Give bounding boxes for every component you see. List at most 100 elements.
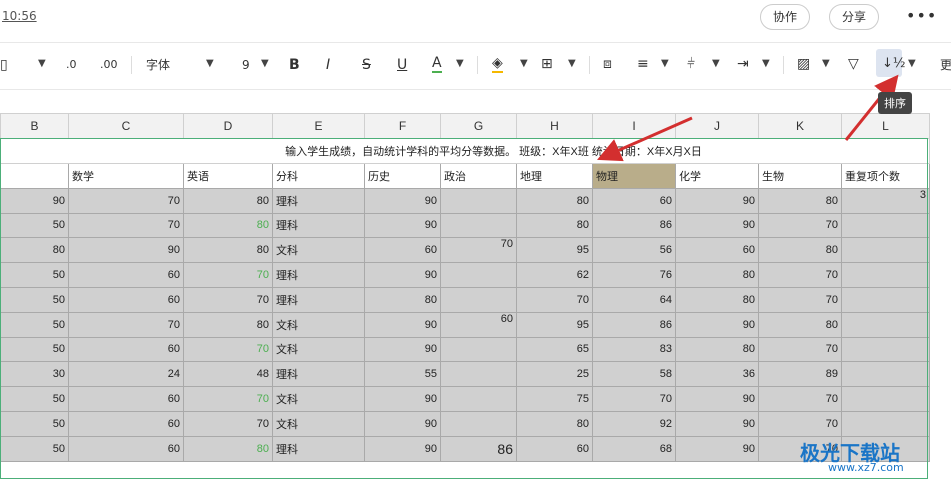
font-color-button[interactable]: A — [432, 56, 442, 73]
subject-header-cell[interactable]: 数学 — [68, 163, 184, 189]
table-cell[interactable]: 62 — [516, 262, 593, 288]
table-cell[interactable] — [440, 286, 517, 313]
table-cell[interactable] — [440, 187, 517, 214]
table-cell[interactable]: 60 — [68, 435, 184, 462]
subject-header-cell[interactable]: 历史 — [364, 163, 441, 189]
column-header[interactable]: D — [183, 113, 273, 139]
table-cell[interactable] — [440, 262, 517, 288]
table-cell[interactable]: 80 — [183, 187, 273, 214]
table-cell[interactable]: 60 — [592, 187, 676, 214]
chevron-down-icon[interactable]: ▼ — [261, 58, 269, 69]
table-cell[interactable]: 50 — [0, 435, 69, 462]
table-cell[interactable]: 70 — [68, 212, 184, 239]
table-cell[interactable] — [440, 410, 517, 437]
table-cell[interactable] — [841, 212, 930, 239]
decrease-decimal-button[interactable]: .0 — [66, 56, 77, 74]
table-cell[interactable]: 3 — [841, 187, 930, 214]
table-cell[interactable]: 60 — [68, 336, 184, 363]
table-cell[interactable]: 文科 — [272, 336, 365, 363]
fill-color-icon[interactable]: ◈ — [492, 56, 503, 73]
column-header[interactable]: E — [272, 113, 365, 139]
table-cell[interactable]: 50 — [0, 286, 69, 313]
table-cell[interactable]: 50 — [0, 336, 69, 363]
table-cell[interactable]: 68 — [592, 435, 676, 462]
table-cell[interactable]: 60 — [675, 237, 759, 264]
subject-header-cell[interactable]: 政治 — [440, 163, 517, 189]
table-cell[interactable]: 70 — [758, 336, 842, 363]
table-cell[interactable]: 70 — [183, 410, 273, 437]
merge-cells-icon[interactable]: ⧈ — [603, 55, 612, 73]
table-cell[interactable]: 80 — [183, 435, 273, 462]
column-header[interactable]: K — [758, 113, 842, 139]
table-cell[interactable]: 80 — [364, 286, 441, 313]
table-cell[interactable]: 文科 — [272, 311, 365, 338]
table-cell[interactable] — [440, 386, 517, 412]
collab-button[interactable]: 协作 — [760, 4, 811, 30]
table-cell[interactable]: 70 — [68, 187, 184, 214]
table-cell[interactable]: 90 — [675, 386, 759, 412]
table-cell[interactable]: 95 — [516, 311, 593, 338]
table-cell[interactable]: 75 — [516, 386, 593, 412]
table-cell[interactable]: 70 — [183, 286, 273, 313]
column-header[interactable]: H — [516, 113, 593, 139]
table-cell[interactable]: 86 — [592, 311, 676, 338]
table-cell[interactable]: 文科 — [272, 410, 365, 437]
chevron-down-icon[interactable]: ▼ — [456, 58, 464, 69]
table-cell[interactable]: 70 — [758, 410, 842, 437]
column-header[interactable]: L — [841, 113, 930, 139]
table-cell[interactable]: 90 — [675, 187, 759, 214]
chevron-down-icon[interactable]: ▼ — [520, 58, 528, 69]
table-cell[interactable]: 理科 — [272, 187, 365, 214]
table-cell[interactable]: 90 — [675, 435, 759, 462]
table-cell[interactable]: 70 — [68, 311, 184, 338]
vertical-align-icon[interactable]: ⫩ — [687, 55, 695, 73]
table-cell[interactable]: 80 — [675, 336, 759, 363]
table-cell[interactable]: 25 — [516, 361, 593, 388]
table-cell[interactable]: 55 — [364, 361, 441, 388]
chevron-down-icon[interactable]: ▼ — [762, 58, 770, 69]
sheet-title-cell[interactable]: 输入学生成绩，自动统计学科的平均分等数据。 班级：X年X班 统计日期：X年X月X… — [0, 138, 930, 164]
table-cell[interactable]: 90 — [675, 212, 759, 239]
font-size-select[interactable]: 9 — [242, 56, 250, 74]
table-cell[interactable]: 90 — [364, 187, 441, 214]
table-cell[interactable]: 24 — [68, 361, 184, 388]
column-header[interactable]: J — [675, 113, 759, 139]
column-header[interactable]: C — [68, 113, 184, 139]
table-cell[interactable] — [841, 237, 930, 264]
chevron-down-icon[interactable]: ▼ — [661, 58, 669, 69]
conditional-format-icon[interactable]: ▨ — [797, 55, 810, 73]
table-cell[interactable] — [440, 212, 517, 239]
table-cell[interactable]: 80 — [758, 237, 842, 264]
table-cell[interactable]: 90 — [364, 410, 441, 437]
table-cell[interactable]: 70 — [758, 212, 842, 239]
subject-header-cell[interactable]: 地理 — [516, 163, 593, 189]
subject-header-cell[interactable]: 生物 — [758, 163, 842, 189]
number-format-icon[interactable]: ▯ — [0, 56, 8, 74]
more-menu-icon[interactable]: ••• — [906, 6, 937, 25]
table-cell[interactable]: 50 — [0, 410, 69, 437]
wrap-text-icon[interactable]: ⇥ — [737, 55, 749, 73]
table-cell[interactable]: 70 — [758, 262, 842, 288]
table-cell[interactable]: 86 — [440, 435, 517, 462]
table-cell[interactable]: 60 — [68, 286, 184, 313]
table-cell[interactable]: 70 — [516, 286, 593, 313]
table-cell[interactable]: 60 — [364, 237, 441, 264]
chevron-down-icon[interactable]: ▼ — [822, 58, 830, 69]
table-cell[interactable]: 76 — [592, 262, 676, 288]
table-cell[interactable]: 50 — [0, 311, 69, 338]
table-cell[interactable]: 60 — [68, 410, 184, 437]
table-cell[interactable]: 80 — [516, 212, 593, 239]
strikethrough-button[interactable]: S — [362, 56, 371, 74]
table-cell[interactable]: 90 — [364, 262, 441, 288]
chevron-down-icon[interactable]: ▼ — [38, 58, 46, 69]
table-cell[interactable]: 64 — [592, 286, 676, 313]
table-cell[interactable]: 文科 — [272, 386, 365, 412]
table-cell[interactable]: 80 — [0, 237, 69, 264]
table-cell[interactable]: 95 — [516, 237, 593, 264]
table-cell[interactable]: 58 — [592, 361, 676, 388]
table-cell[interactable]: 50 — [0, 386, 69, 412]
align-left-icon[interactable]: ≡ — [637, 55, 649, 73]
table-cell[interactable]: 30 — [0, 361, 69, 388]
table-cell[interactable] — [841, 410, 930, 437]
subject-header-cell[interactable] — [0, 163, 69, 189]
